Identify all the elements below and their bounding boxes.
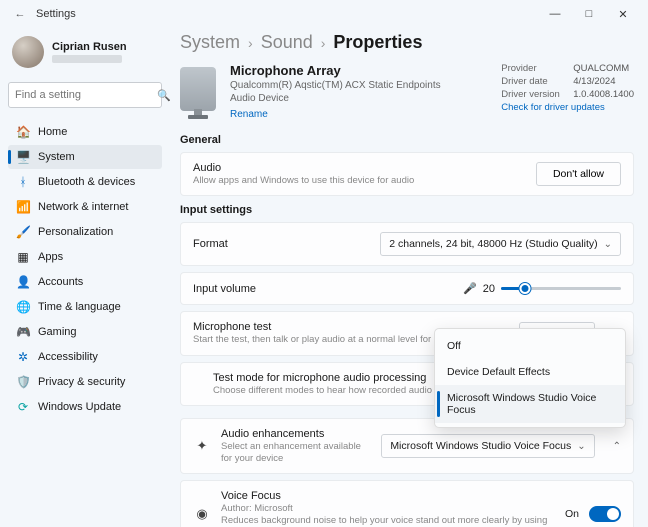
user-email-redacted xyxy=(52,55,122,63)
avatar xyxy=(12,36,44,68)
sidebar-item-time-language[interactable]: 🌐 Time & language xyxy=(8,295,162,319)
breadcrumb-system[interactable]: System xyxy=(180,32,240,53)
sidebar-item-gaming[interactable]: 🎮 Gaming xyxy=(8,320,162,344)
nav-label: Privacy & security xyxy=(38,376,125,388)
voice-focus-icon: ◉ xyxy=(193,506,211,522)
nav-icon: ᚼ xyxy=(16,175,30,189)
nav-label: Time & language xyxy=(38,301,121,313)
format-card: Format 2 channels, 24 bit, 48000 Hz (Stu… xyxy=(180,222,634,266)
test-mode-dropdown: Off Device Default Effects Microsoft Win… xyxy=(434,328,626,428)
breadcrumb-sound[interactable]: Sound xyxy=(261,32,313,53)
input-volume-card: Input volume 🎤 20 xyxy=(180,272,634,305)
search-box[interactable]: 🔍 xyxy=(8,82,162,108)
check-driver-updates-link[interactable]: Check for driver updates xyxy=(501,102,634,113)
nav-icon: 🖌️ xyxy=(16,225,30,239)
section-input: Input settings xyxy=(180,204,634,216)
chevron-down-icon: ⌄ xyxy=(577,441,585,452)
nav-icon: ✲ xyxy=(16,350,30,364)
close-button[interactable]: ✕ xyxy=(606,8,640,21)
window-title: Settings xyxy=(36,8,76,20)
nav-icon: 🌐 xyxy=(16,300,30,314)
microphone-icon xyxy=(180,67,216,111)
voice-focus-toggle[interactable] xyxy=(589,506,621,522)
device-description: Qualcomm(R) Aqstic(TM) ACX Static Endpoi… xyxy=(230,79,450,105)
sidebar-item-bluetooth-devices[interactable]: ᚼ Bluetooth & devices xyxy=(8,170,162,194)
audio-card: Audio Allow apps and Windows to use this… xyxy=(180,152,634,196)
dont-allow-button[interactable]: Don't allow xyxy=(536,162,621,186)
sidebar-item-privacy-security[interactable]: 🛡️ Privacy & security xyxy=(8,370,162,394)
back-button[interactable]: ← xyxy=(8,8,32,20)
nav-icon: ▦ xyxy=(16,250,30,264)
nav-label: Windows Update xyxy=(38,401,121,413)
nav-icon: ⟳ xyxy=(16,400,30,414)
nav-label: Gaming xyxy=(38,326,77,338)
voice-focus-card: ◉ Voice Focus Author: Microsoft Reduces … xyxy=(180,480,634,527)
nav-label: Accessibility xyxy=(38,351,98,363)
nav-label: Home xyxy=(38,126,67,138)
sidebar-item-accessibility[interactable]: ✲ Accessibility xyxy=(8,345,162,369)
toggle-label: On xyxy=(565,508,579,520)
menu-item-off[interactable]: Off xyxy=(435,333,625,359)
search-icon: 🔍 xyxy=(157,89,171,102)
menu-item-voice-focus[interactable]: Microsoft Windows Studio Voice Focus xyxy=(435,385,625,423)
sidebar-item-personalization[interactable]: 🖌️ Personalization xyxy=(8,220,162,244)
nav-icon: 👤 xyxy=(16,275,30,289)
sidebar-item-windows-update[interactable]: ⟳ Windows Update xyxy=(8,395,162,419)
sidebar-item-network-internet[interactable]: 📶 Network & internet xyxy=(8,195,162,219)
enhancements-icon: ✦ xyxy=(193,438,211,454)
nav-label: Apps xyxy=(38,251,63,263)
volume-slider[interactable] xyxy=(501,287,621,290)
rename-link[interactable]: Rename xyxy=(230,109,487,120)
nav-label: System xyxy=(38,151,75,163)
nav-icon: 🎮 xyxy=(16,325,30,339)
device-name: Microphone Array xyxy=(230,63,487,78)
sidebar-item-system[interactable]: 🖥️ System xyxy=(8,145,162,169)
breadcrumb: System › Sound › Properties xyxy=(180,32,634,53)
nav-label: Personalization xyxy=(38,226,113,238)
nav-label: Accounts xyxy=(38,276,83,288)
section-general: General xyxy=(180,134,634,146)
nav-icon: 🖥️ xyxy=(16,150,30,164)
nav-icon: 🛡️ xyxy=(16,375,30,389)
volume-value: 20 xyxy=(483,283,495,295)
maximize-button[interactable]: □ xyxy=(572,8,606,20)
sidebar-item-apps[interactable]: ▦ Apps xyxy=(8,245,162,269)
nav-label: Network & internet xyxy=(38,201,128,213)
nav-icon: 📶 xyxy=(16,200,30,214)
menu-item-default[interactable]: Device Default Effects xyxy=(435,359,625,385)
user-account[interactable]: Ciprian Rusen xyxy=(8,32,162,72)
chevron-down-icon: ⌄ xyxy=(604,239,612,250)
microphone-volume-icon: 🎤 xyxy=(463,282,477,295)
sidebar-item-accounts[interactable]: 👤 Accounts xyxy=(8,270,162,294)
format-select[interactable]: 2 channels, 24 bit, 48000 Hz (Studio Qua… xyxy=(380,232,621,256)
sidebar-item-home[interactable]: 🏠 Home xyxy=(8,120,162,144)
minimize-button[interactable]: — xyxy=(538,8,572,20)
collapse-icon[interactable]: ⌃ xyxy=(613,441,621,452)
enhancement-select[interactable]: Microsoft Windows Studio Voice Focus⌄ xyxy=(381,434,594,458)
nav-label: Bluetooth & devices xyxy=(38,176,135,188)
search-input[interactable] xyxy=(15,89,157,101)
breadcrumb-properties: Properties xyxy=(333,32,422,53)
nav-icon: 🏠 xyxy=(16,125,30,139)
user-name: Ciprian Rusen xyxy=(52,41,127,53)
